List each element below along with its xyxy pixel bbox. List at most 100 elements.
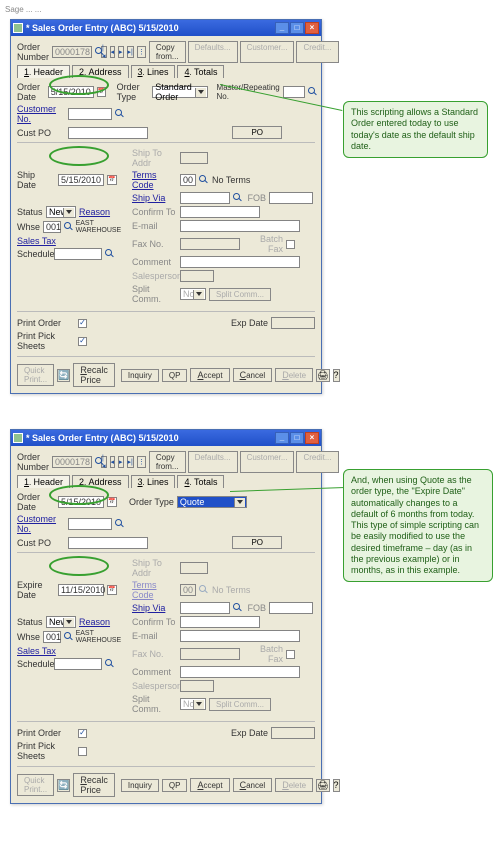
inquiry-button[interactable]: Inquiry [121,779,159,792]
accept-button[interactable]: Accept [190,368,229,382]
comment-field[interactable] [180,666,300,678]
close-button[interactable]: × [305,22,319,34]
inquiry-button[interactable]: Inquiry [121,369,159,382]
recalc-button[interactable]: Recalc Price [73,773,115,797]
lookup-icon[interactable] [233,603,243,613]
nav-last[interactable]: ▸| [127,456,134,468]
shipvia-field[interactable] [180,602,230,614]
order-type-combo[interactable]: Standard Order [152,86,207,98]
tab-totals[interactable]: 4. Totals [177,475,224,488]
lookup-icon[interactable] [308,87,315,97]
expire-date-label: Expire Date [17,580,55,600]
cust-po-field[interactable] [68,127,148,139]
nav-next[interactable]: ▸ [118,456,124,468]
reason-link[interactable]: Reason [79,617,110,627]
status-combo[interactable]: New [46,206,76,218]
tab-header[interactable]: 1. Header [17,475,70,488]
quick-print-button: Quick Print... [17,364,54,386]
print-order-check[interactable]: ✓ [78,319,87,328]
customer-no-field[interactable] [68,518,112,530]
sales-order-window-1: * Sales Order Entry (ABC) 5/15/2010 _ □ … [10,19,322,394]
lookup-icon[interactable] [115,519,125,529]
shipvia-field[interactable] [180,192,230,204]
cancel-button[interactable]: Cancel [233,778,273,792]
print-icon[interactable]: 🖨 [316,369,329,382]
calendar-icon[interactable]: 📅 [107,497,117,507]
whse-code-field[interactable]: 001 [43,631,61,643]
recalc-icon[interactable]: 🔄 [57,369,70,382]
po-button[interactable]: PO [232,536,282,549]
lookup-icon[interactable] [115,109,125,119]
status-combo[interactable]: New [46,616,76,628]
minimize-button[interactable]: _ [275,22,289,34]
customer-no-label[interactable]: Customer No. [17,104,65,124]
qp-button[interactable]: QP [162,779,188,792]
nav-prev[interactable]: ◂ [110,456,116,468]
nav-prev[interactable]: ◂ [110,46,116,58]
print-order-check[interactable]: ✓ [78,729,87,738]
nav-next[interactable]: ▸ [118,46,124,58]
calendar-icon[interactable]: 📅 [97,87,106,97]
fob-field[interactable] [269,192,313,204]
print-pick-check[interactable] [78,747,87,756]
comment-field[interactable] [180,256,300,268]
terms-label[interactable]: Terms Code [132,170,177,190]
tab-address[interactable]: 2. Address [72,65,129,78]
maximize-button[interactable]: □ [290,22,304,34]
schedule-field[interactable] [54,248,102,260]
calendar-icon[interactable]: 📅 [107,585,117,595]
order-type-combo[interactable]: Quote [177,496,247,508]
nav-last[interactable]: ▸| [127,46,134,58]
confirm-field[interactable] [180,616,260,628]
qp-button[interactable]: QP [162,369,188,382]
minimize-button[interactable]: _ [275,432,289,444]
expire-date-field[interactable]: 11/15/2010 [58,584,104,596]
maximize-button[interactable]: □ [290,432,304,444]
po-button[interactable]: PO [232,126,282,139]
master-repeating-field[interactable] [283,86,305,98]
print-icon[interactable]: 🖨 [316,779,329,792]
lookup-icon[interactable] [199,175,209,185]
schedule-field[interactable] [54,658,102,670]
tab-address[interactable]: 2. Address [72,475,129,488]
copy-from-button[interactable]: Copy from... [149,41,186,63]
help-icon[interactable]: ? [333,779,340,792]
confirm-field[interactable] [180,206,260,218]
lookup-icon[interactable] [64,632,73,642]
help-icon[interactable]: ? [333,369,340,382]
lookup-icon[interactable] [233,193,243,203]
sales-tax-link[interactable]: Sales Tax [17,646,56,656]
calendar-icon[interactable]: 📅 [107,175,117,185]
tab-totals[interactable]: 4. Totals [177,65,224,78]
shipvia-label[interactable]: Ship Via [132,603,177,613]
email-field[interactable] [180,220,300,232]
order-date-field[interactable]: 5/15/2010 [58,496,104,508]
terms-code-field[interactable]: 00 [180,174,196,186]
lookup-icon[interactable] [105,249,115,259]
tab-lines[interactable]: 3. Lines [131,65,176,78]
reason-link[interactable]: Reason [79,207,110,217]
nav-list[interactable]: ⋮ [137,456,146,468]
cancel-button[interactable]: Cancel [233,368,273,382]
order-date-field[interactable]: 5/15/2010 [48,86,94,98]
recalc-button[interactable]: Recalc Price [73,363,115,387]
cust-po-field[interactable] [68,537,148,549]
fob-field[interactable] [269,602,313,614]
tab-lines[interactable]: 3. Lines [131,475,176,488]
copy-from-button[interactable]: Copy from... [149,451,186,473]
customer-no-label[interactable]: Customer No. [17,514,65,534]
nav-list[interactable]: ⋮ [137,46,146,58]
ship-date-field[interactable]: 5/15/2010 [58,174,104,186]
tab-header[interactable]: 1. Header [17,65,70,78]
accept-button[interactable]: Accept [190,778,229,792]
sales-tax-link[interactable]: Sales Tax [17,236,56,246]
close-button[interactable]: × [305,432,319,444]
print-pick-check[interactable]: ✓ [78,337,87,346]
shipvia-label[interactable]: Ship Via [132,193,177,203]
lookup-icon[interactable] [105,659,115,669]
recalc-icon[interactable]: 🔄 [57,779,70,792]
customer-no-field[interactable] [68,108,112,120]
lookup-icon[interactable] [64,222,73,232]
email-field[interactable] [180,630,300,642]
whse-code-field[interactable]: 001 [43,221,61,233]
